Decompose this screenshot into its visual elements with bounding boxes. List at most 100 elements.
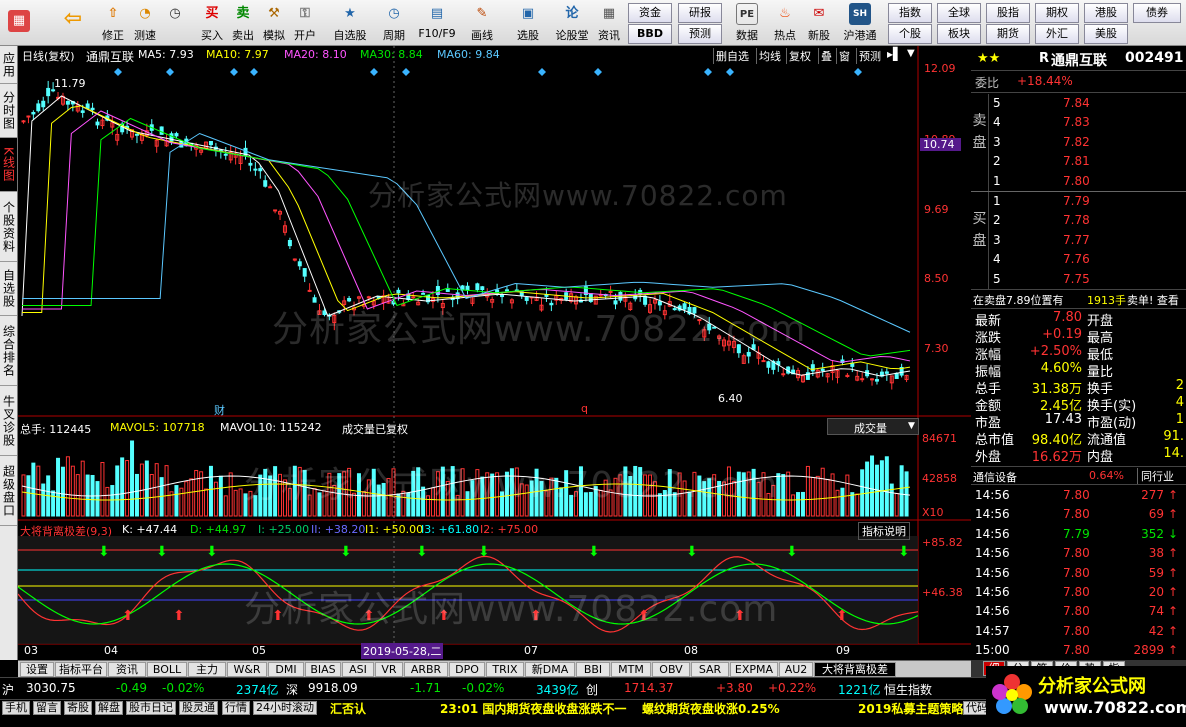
indicator-tab[interactable]: BBI [576, 662, 610, 677]
big-order-link[interactable]: 卖单! 查看 [1127, 292, 1179, 308]
indicator-tab[interactable]: OBV [652, 662, 690, 677]
btn-quanqiu[interactable]: 全球 [937, 3, 981, 23]
btn-bankuai[interactable]: 板块 [937, 24, 981, 44]
sidebar-item-profile[interactable]: 个股资料 [0, 192, 17, 262]
bottom-button[interactable]: 留言 [33, 701, 61, 715]
indicator-tab[interactable]: EXPMA [730, 662, 778, 677]
pin-icon[interactable]: ▸▌ [887, 47, 902, 61]
bottom-button[interactable]: 股灵通 [179, 701, 218, 715]
buy-level[interactable]: 5 7.75 [971, 270, 1186, 289]
sidebar-item-watchlist[interactable]: 自选股 [0, 262, 17, 316]
buy-level[interactable]: 1 7.79 [971, 192, 1186, 211]
tool-window[interactable]: 窗 [836, 48, 852, 64]
kline-chart[interactable]: ⬇⬆⬇⬆⬇⬆⬇⬆⬇⬆⬇⬆⬇⬆⬇⬆⬇⬆⬇ [18, 46, 971, 660]
btn-zhaiquan[interactable]: 债券 [1133, 3, 1181, 23]
indicator-tab[interactable]: MTM [611, 662, 651, 677]
indicator-tab[interactable]: ARBR [404, 662, 448, 677]
grid-view-button[interactable]: ▦ [4, 2, 34, 44]
bottom-button[interactable]: 24小时滚动 [253, 701, 317, 715]
btn-gegu[interactable]: 个股 [888, 24, 932, 44]
sell-level[interactable]: 2 7.81 [971, 152, 1186, 171]
indicator-tab[interactable]: 资讯 [108, 662, 146, 677]
news-item[interactable]: 23:01 国内期货夜盘收盘涨跌不一 [440, 700, 626, 717]
btn-bbd[interactable]: BBD [628, 24, 672, 44]
news-item[interactable]: 螺纹期货夜盘收涨0.25% [642, 700, 780, 717]
volume-select[interactable]: 成交量 [827, 418, 919, 435]
sidebar-item-fenshi[interactable]: 分时图 [0, 84, 17, 138]
watchlist-button[interactable]: ★ 自选股 [330, 2, 370, 44]
sidebar-item-diagnosis[interactable]: 牛叉诊股 [0, 386, 17, 456]
btn-meigu[interactable]: 美股 [1084, 24, 1128, 44]
btn-ganggu[interactable]: 港股 [1084, 3, 1128, 23]
indicator-tab[interactable]: BOLL [147, 662, 187, 677]
ipo-button[interactable]: ✉ 新股 [804, 2, 834, 44]
btn-waihui[interactable]: 外汇 [1035, 24, 1079, 44]
btn-zhishu[interactable]: 指数 [888, 3, 932, 23]
tool-xiuzheng[interactable]: ⇧ 修正 [98, 2, 128, 44]
simulate-button[interactable]: ⚒ 模拟 [259, 2, 289, 44]
hk-connect-button[interactable]: SH 沪港通 [840, 2, 880, 44]
indicator-tab[interactable]: W&R [227, 662, 267, 677]
btn-guzhi[interactable]: 股指 [986, 3, 1030, 23]
tool-fuquan[interactable]: 复权 [786, 48, 813, 64]
sidebar-item-app[interactable]: 应用 [0, 46, 17, 84]
sector-name[interactable]: 通信设备 [973, 469, 1017, 485]
sell-level[interactable]: 4 7.83 [971, 113, 1186, 132]
btn-yuce[interactable]: 预测 [678, 24, 722, 44]
chevron-down-icon[interactable]: ▼ [908, 421, 915, 431]
buy-level[interactable]: 4 7.76 [971, 250, 1186, 269]
hotspot-button[interactable]: ♨ 热点 [770, 2, 800, 44]
tool-delete-watch[interactable]: 删自选 [713, 48, 751, 64]
bottom-button[interactable]: 股市日记 [126, 701, 176, 715]
indicator-tab[interactable]: DPO [449, 662, 485, 677]
bottom-button[interactable]: 行情 [222, 701, 250, 715]
data-button[interactable]: PE 数据 [732, 2, 762, 44]
sidebar-item-kline[interactable]: K线图 [0, 138, 17, 192]
news-button[interactable]: ▦ 资讯 [594, 2, 624, 44]
btn-yanbao[interactable]: 研报 [678, 3, 722, 23]
indicator-tab[interactable]: VR [375, 662, 403, 677]
news-item[interactable]: 2019私募主题策略 [858, 700, 963, 717]
stock-picker-button[interactable]: ▣ 选股 [508, 2, 548, 44]
buy-button[interactable]: 买买入 [197, 2, 227, 44]
indicator-help-button[interactable]: 指标说明 [858, 522, 910, 540]
buy-level[interactable]: 2 7.78 [971, 211, 1186, 230]
bottom-button[interactable]: 解盘 [95, 701, 123, 715]
back-button[interactable]: ⇦ [58, 2, 88, 44]
indicator-tab[interactable]: 新DMA [525, 662, 575, 677]
sidebar-item-ranking[interactable]: 综合排名 [0, 316, 17, 386]
indicator-tab[interactable]: 主力 [188, 662, 226, 677]
indicator-tab[interactable]: ASI [342, 662, 374, 677]
indicator-tab[interactable]: DMI [268, 662, 304, 677]
favorite-stars-icon[interactable]: ★★ [977, 51, 1000, 66]
tool-clock[interactable]: ◷ [160, 2, 190, 44]
finance-marker[interactable]: 财 [214, 402, 225, 418]
indicator-tab[interactable]: BIAS [305, 662, 341, 677]
indicator-tab[interactable]: 设置 [20, 662, 54, 677]
indicator-tab[interactable]: TRIX [486, 662, 524, 677]
draw-line-button[interactable]: ✎ 画线 [464, 2, 500, 44]
tool-ma[interactable]: 均线 [756, 48, 783, 64]
tool-cesu[interactable]: ◔ 测速 [130, 2, 160, 44]
sell-level[interactable]: 1 7.80 [971, 172, 1186, 191]
forum-button[interactable]: 论论股堂 [554, 2, 590, 44]
indicator-tab[interactable]: 指标平台 [55, 662, 107, 677]
btn-qihuo[interactable]: 期货 [986, 24, 1030, 44]
news-item[interactable]: 汇否认 [330, 700, 366, 717]
tool-overlay[interactable]: 叠 [818, 48, 834, 64]
q-marker[interactable]: q [581, 402, 588, 415]
bottom-button[interactable]: 寄股 [64, 701, 92, 715]
sell-button[interactable]: 卖卖出 [228, 2, 258, 44]
buy-level[interactable]: 3 7.77 [971, 231, 1186, 250]
sell-level[interactable]: 3 7.82 [971, 133, 1186, 152]
indicator-tab[interactable]: 大将背离极差 [814, 662, 896, 677]
bottom-button[interactable]: 手机 [2, 701, 30, 715]
indicator-tab[interactable]: AU2 [779, 662, 813, 677]
sidebar-item-level2[interactable]: 超级盘口 [0, 456, 17, 526]
tool-forecast[interactable]: 预测 [856, 48, 883, 64]
btn-qiquan[interactable]: 期权 [1035, 3, 1079, 23]
same-industry-button[interactable]: 同行业 [1137, 468, 1174, 484]
period-button[interactable]: ◷ 周期 [376, 2, 412, 44]
sell-level[interactable]: 5 7.84 [971, 94, 1186, 113]
indicator-tab[interactable]: SAR [691, 662, 729, 677]
